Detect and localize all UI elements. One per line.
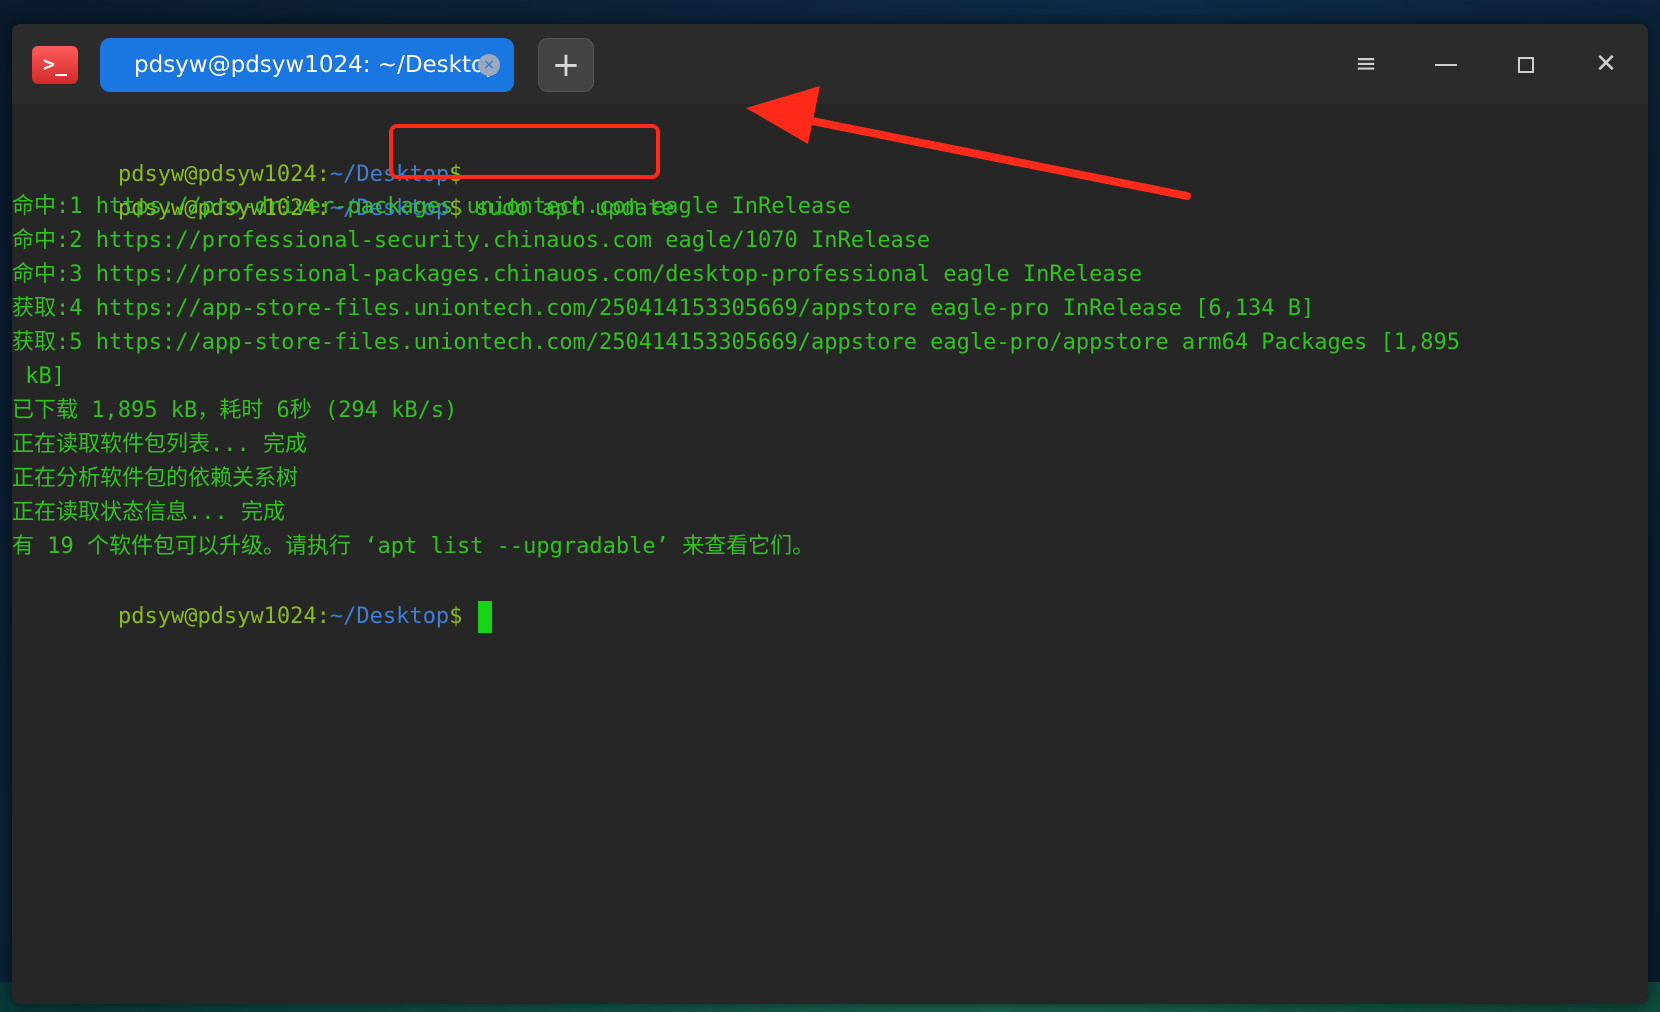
- annotation-arrow: [746, 86, 1191, 200]
- terminal-window: >_ pdsyw@pdsyw1024: ~/Desktop × + ≡ ✕ pd…: [12, 24, 1648, 1004]
- desktop-background: >_ pdsyw@pdsyw1024: ~/Desktop × + ≡ ✕ pd…: [0, 0, 1660, 1012]
